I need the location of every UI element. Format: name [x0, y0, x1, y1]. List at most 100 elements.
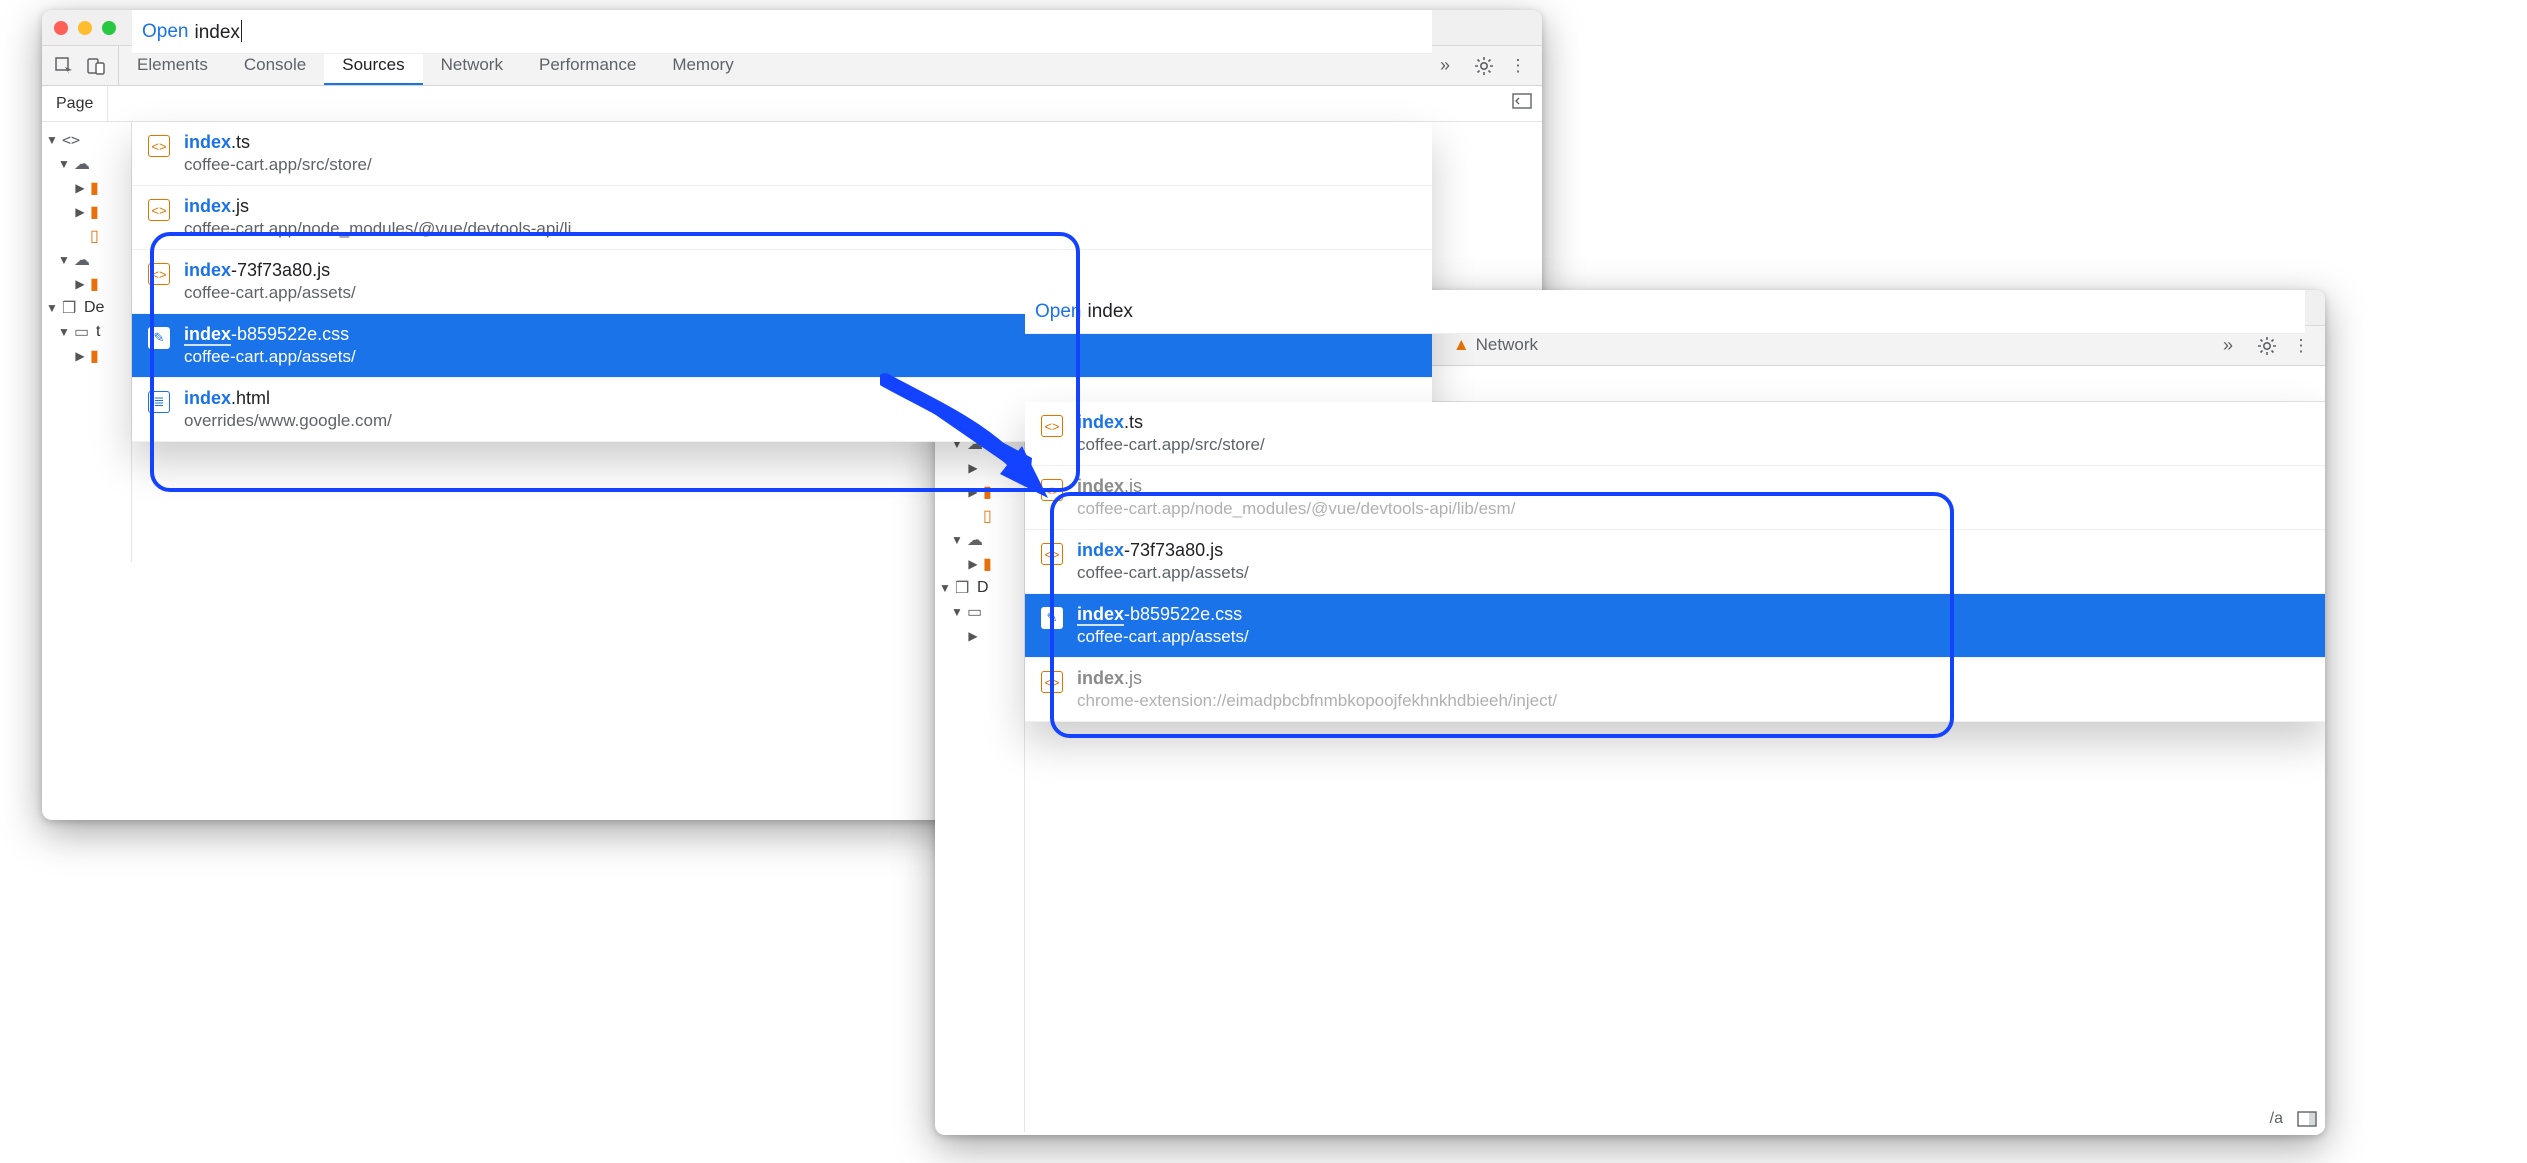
tree-row[interactable]: ▯ [42, 224, 131, 248]
result-filename: index-b859522e.css [1077, 604, 1249, 625]
command-menu[interactable]: Open index [1025, 290, 2305, 334]
result-filename: index.ts [1077, 412, 1265, 433]
collapse-icon: ▶ [74, 181, 86, 195]
page-frame-icon: <> [62, 131, 80, 150]
inspect-element-icon[interactable] [54, 56, 74, 76]
tree-row[interactable]: ▶▮ [42, 200, 131, 224]
folder-icon: ▮ [90, 346, 108, 366]
kebab-menu-icon[interactable]: ⋮ [1508, 56, 1528, 76]
tab-label: Elements [137, 55, 208, 75]
status-path: /a [2270, 1110, 2283, 1128]
command-query: index [1087, 301, 1132, 323]
collapse-icon: ▶ [967, 557, 979, 571]
cloud-icon: ☁ [74, 250, 92, 270]
devtools-window-2: DevTools - coffee-cart.app/ ElementsSour… [935, 290, 2325, 1135]
result-match: index [184, 388, 231, 408]
result-match: index [184, 132, 231, 152]
script-file-icon: <> [1041, 479, 1063, 501]
file-icon: ▯ [90, 226, 108, 246]
result-path: coffee-cart.app/node_modules/@vue/devtoo… [1077, 499, 1515, 519]
collapse-icon: ▶ [967, 629, 979, 643]
command-query: index [194, 20, 242, 44]
result-path: coffee-cart.app/node_modules/@vue/devtoo… [184, 219, 571, 239]
command-result-item[interactable]: <>index.tscoffee-cart.app/src/store/ [132, 122, 1432, 186]
tree-label: t [96, 323, 100, 341]
tree-row[interactable]: ▶▮ [935, 552, 1024, 576]
collapse-icon: ▶ [74, 349, 86, 363]
command-results: <>index.tscoffee-cart.app/src/store/<>in… [132, 122, 1432, 442]
tree-row[interactable]: ▼☁ [935, 528, 1024, 552]
command-result-item[interactable]: <> index.tscoffee-cart.app/src/store/ [1025, 402, 2325, 466]
tree-row[interactable]: ▼<> [42, 128, 131, 152]
expand-icon: ▼ [939, 581, 951, 595]
page-tab[interactable]: Page [42, 86, 108, 121]
expand-icon: ▼ [46, 301, 58, 315]
result-filename: index-73f73a80.js [184, 260, 356, 281]
sources-toolbar: Page Open index [42, 86, 1542, 122]
folder-icon: ▮ [90, 178, 108, 198]
folder-icon: ▮ [90, 202, 108, 222]
toggle-drawer-icon[interactable] [2297, 1109, 2317, 1129]
result-path: overrides/www.google.com/ [184, 411, 392, 431]
command-result-item[interactable]: ✎index-b859522e.csscoffee-cart.app/asset… [1025, 594, 2325, 658]
command-result-item[interactable]: <>index-73f73a80.jscoffee-cart.app/asset… [1025, 530, 2325, 594]
tree-row[interactable]: ▶▮ [935, 480, 1024, 504]
expand-icon: ▼ [58, 325, 70, 339]
tree-row[interactable]: ▼▭ [935, 600, 1024, 624]
result-filename: index.js [1077, 476, 1515, 497]
command-result-item[interactable]: <>index.jschrome-extension://eimadpbcbfn… [1025, 658, 2325, 722]
result-path: coffee-cart.app/src/store/ [1077, 435, 1265, 455]
warning-icon: ▲ [1453, 335, 1470, 355]
cloud-icon: ☁ [74, 154, 92, 174]
result-path: coffee-cart.app/assets/ [1077, 563, 1249, 583]
result-filename: index.html [184, 388, 392, 409]
result-filename: index-b859522e.css [184, 324, 356, 345]
settings-icon[interactable] [2257, 336, 2277, 356]
tree-row[interactable]: ▼ ▭t [42, 320, 131, 344]
kebab-menu-icon[interactable]: ⋮ [2291, 336, 2311, 356]
file-tree[interactable]: ▼<>A▼☁▶▶▮▯▼☁▶▮▼❒D▼▭▶ [935, 402, 1025, 1132]
script-file-icon: <> [1041, 415, 1063, 437]
tab-overflow-icon[interactable]: » [2213, 335, 2243, 356]
result-match: index [1077, 668, 1124, 688]
toggle-drawer-icon[interactable] [1502, 93, 1542, 114]
tree-row[interactable]: ▶▮ [42, 176, 131, 200]
tree-row[interactable]: ▶ [935, 456, 1024, 480]
settings-icon[interactable] [1474, 56, 1494, 76]
tree-row[interactable]: ▼☁ [42, 152, 131, 176]
command-result-item[interactable]: <> index.jscoffee-cart.app/node_modules/@… [132, 186, 1432, 250]
command-prefix: Open [1035, 301, 1081, 323]
file-tree[interactable]: ▼<>▼☁▶▮▶▮▯▼☁▶▮▼❒De▼▭t▶▮ [42, 122, 132, 562]
collapse-icon: ▶ [967, 461, 979, 475]
tree-label: De [84, 299, 104, 317]
script-file-icon: <> [148, 199, 170, 221]
result-filename: index.js [184, 196, 571, 217]
script-file-icon: <> [148, 263, 170, 285]
tree-row[interactable]: ▼☁ [42, 248, 131, 272]
command-prefix: Open [142, 21, 188, 43]
tree-row[interactable]: ▯ [935, 504, 1024, 528]
command-result-item[interactable]: <> index.jscoffee-cart.app/node_modules/@… [1025, 466, 2325, 530]
result-rest: .js [231, 196, 249, 216]
result-rest: .ts [231, 132, 250, 152]
tree-row[interactable]: ▼❒De [42, 296, 131, 320]
result-rest: .ts [1124, 412, 1143, 432]
tab-label: Console [244, 55, 306, 75]
tree-row[interactable]: ▼❒D [935, 576, 1024, 600]
result-match: index [1077, 476, 1124, 496]
result-filename: index-73f73a80.js [1077, 540, 1249, 561]
tree-row[interactable]: ▶▮ [42, 272, 131, 296]
result-match: index [184, 260, 231, 280]
tree-row[interactable]: ▶ [935, 624, 1024, 648]
collapse-icon: ▶ [967, 485, 979, 499]
result-path: chrome-extension://eimadpbcbfnmbkopoojfe… [1077, 691, 1557, 711]
document-file-icon: ≣ [148, 391, 170, 413]
command-menu[interactable]: Open index [132, 10, 1432, 54]
result-rest: -b859522e.css [231, 324, 349, 344]
tree-row[interactable]: ▶▮ [42, 344, 131, 368]
tab-overflow-icon[interactable]: » [1430, 55, 1460, 76]
frame-icon: ▭ [74, 322, 92, 342]
script-file-icon: <> [148, 135, 170, 157]
collapse-icon: ▶ [74, 277, 86, 291]
device-toggle-icon[interactable] [86, 56, 106, 76]
